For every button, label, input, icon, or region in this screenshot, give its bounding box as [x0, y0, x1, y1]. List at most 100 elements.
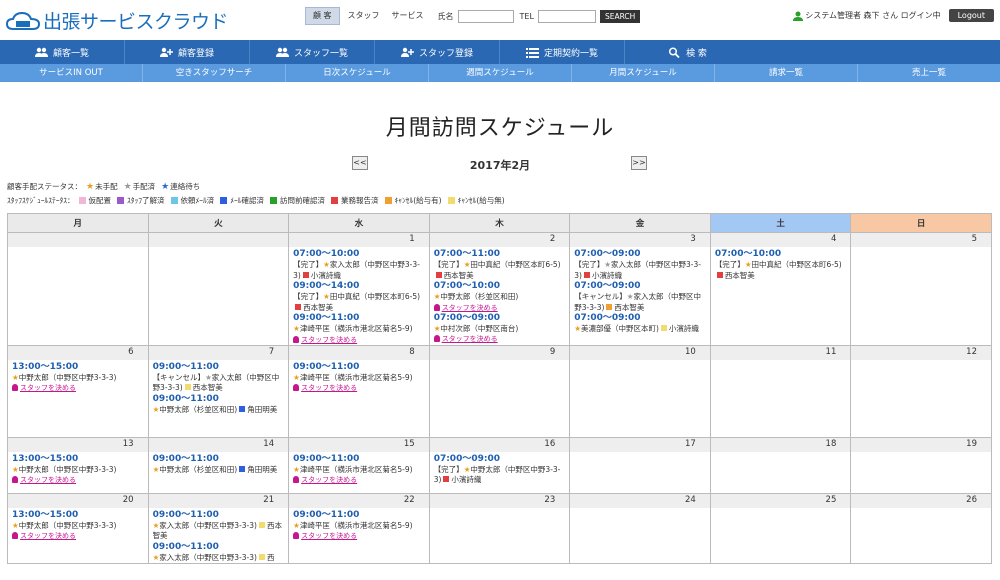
search-button[interactable]: SEARCH	[599, 9, 641, 23]
event-detail[interactable]: ★津崎平匡（横浜市港北区菊名5-9)	[293, 521, 426, 532]
calendar-day[interactable]: 19	[850, 436, 992, 494]
subnav-item-2[interactable]: 日次スケジュール	[286, 64, 429, 82]
event-detail[interactable]: ★中野太郎（中野区中野3-3-3)	[12, 373, 145, 384]
event-detail[interactable]: 【完了】★田中真紀（中野区本町6-5)西本智美	[293, 292, 426, 313]
logout-button[interactable]: Logout	[948, 9, 994, 22]
calendar-day[interactable]: 15 09:00～11:00 ★津崎平匡（横浜市港北区菊名5-9) スタッフを決める	[288, 436, 430, 494]
calendar-day[interactable]: 18	[709, 436, 852, 494]
event-detail[interactable]: 【完了】★家入太郎（中野区中野3-3-3) 小濱詩織	[574, 260, 707, 281]
event-detail[interactable]: 【完了】★田中真紀（中野区本町6-5)西本智美	[715, 260, 848, 281]
event-detail[interactable]: 【キャンセル】★家入太郎（中野区中野3-3-3) 西本智美	[153, 373, 286, 394]
event-time[interactable]: 09:00～11:00	[153, 510, 286, 521]
calendar-day[interactable]: 4 07:00～10:00 【完了】★田中真紀（中野区本町6-5)西本智美	[709, 232, 852, 346]
event-time[interactable]: 07:00～10:00	[715, 249, 848, 260]
calendar-day[interactable]: 13 13:00～15:00 ★中野太郎（中野区中野3-3-3) スタッフを決める	[7, 436, 149, 494]
calendar-day[interactable]: 16 07:00～09:00 【完了】★中野太郎（中野区中野3-3-3) 小濱詩織	[428, 436, 571, 494]
next-month-button[interactable]: >>	[631, 156, 647, 170]
event-detail[interactable]: ★津崎平匡（横浜市港北区菊名5-9)	[293, 465, 426, 476]
calendar-day[interactable]: 24	[569, 492, 711, 564]
event-time[interactable]: 07:00～09:00	[434, 454, 567, 465]
event-time[interactable]: 09:00～11:00	[293, 313, 426, 324]
nav-item-0[interactable]: 顧客一覧	[0, 40, 125, 64]
calendar-day[interactable]: 3 07:00～09:00 【完了】★家入太郎（中野区中野3-3-3) 小濱詩織 07:…	[569, 232, 711, 346]
event-time[interactable]: 13:00～15:00	[12, 454, 145, 465]
calendar-day[interactable]: 23	[428, 492, 571, 564]
calendar-day[interactable]: 7 09:00～11:00 【キャンセル】★家入太郎（中野区中野3-3-3) 西本智美…	[147, 344, 290, 438]
event-time[interactable]: 07:00～10:00	[293, 249, 426, 260]
subnav-item-0[interactable]: サービスIN OUT	[0, 64, 143, 82]
calendar-day[interactable]: 5	[850, 232, 992, 346]
assign-staff-link[interactable]: スタッフを決める	[433, 334, 567, 344]
event-time[interactable]: 07:00～09:00	[434, 313, 567, 324]
subnav-item-1[interactable]: 空きスタッフサーチ	[143, 64, 286, 82]
subnav-item-5[interactable]: 請求一覧	[715, 64, 858, 82]
event-time[interactable]: 07:00～11:00	[434, 249, 567, 260]
nav-item-5[interactable]: 検 索	[625, 40, 750, 64]
assign-staff-link[interactable]: スタッフを決める	[293, 531, 426, 541]
event-detail[interactable]: 【完了】★中野太郎（中野区中野3-3-3) 小濱詩織	[434, 465, 567, 486]
event-detail[interactable]: 【完了】★田中真紀（中野区本町6-5)西本智美	[434, 260, 567, 281]
calendar-day[interactable]	[147, 232, 290, 346]
calendar-day[interactable]: 12	[850, 344, 992, 438]
assign-staff-link[interactable]: スタッフを決める	[12, 383, 145, 393]
event-detail[interactable]: ★津崎平匡（横浜市港北区菊名5-9)	[293, 373, 426, 384]
event-time[interactable]: 13:00～15:00	[12, 362, 145, 373]
event-detail[interactable]: 【キャンセル】★家入太郎（中野区中野3-3-3) 西本智美	[574, 292, 707, 313]
calendar-day[interactable]: 17	[569, 436, 711, 494]
nav-item-2[interactable]: スタッフ一覧	[250, 40, 375, 64]
event-detail[interactable]: ★家入太郎（中野区中野3-3-3) 西	[153, 553, 286, 564]
calendar-day[interactable]: 11	[709, 344, 852, 438]
event-detail[interactable]: ★家入太郎（中野区中野3-3-3) 西本智美	[153, 521, 286, 542]
event-time[interactable]: 09:00～11:00	[153, 394, 286, 405]
calendar-day[interactable]: 26	[850, 492, 992, 564]
event-detail[interactable]: ★中野太郎（中野区中野3-3-3)	[12, 521, 145, 532]
assign-staff-link[interactable]: スタッフを決める	[293, 383, 426, 393]
calendar-day[interactable]: 2 07:00～11:00 【完了】★田中真紀（中野区本町6-5)西本智美 07:00…	[428, 232, 571, 346]
calendar-day[interactable]: 21 09:00～11:00 ★家入太郎（中野区中野3-3-3) 西本智美 09:00～…	[147, 492, 290, 564]
calendar-day[interactable]: 22 09:00～11:00 ★津崎平匡（横浜市港北区菊名5-9) スタッフを決める	[288, 492, 430, 564]
calendar-day[interactable]: 9	[428, 344, 571, 438]
search-tab-service[interactable]: サービス	[388, 8, 428, 24]
calendar-day[interactable]: 14 09:00～11:00 ★中野太郎（杉並区和田) 角田明美	[147, 436, 290, 494]
event-detail[interactable]: ★津崎平匡（横浜市港北区菊名5-9)	[293, 324, 426, 335]
subnav-item-3[interactable]: 週間スケジュール	[429, 64, 572, 82]
subnav-item-4[interactable]: 月間スケジュール	[572, 64, 715, 82]
event-detail[interactable]: ★中野太郎（中野区中野3-3-3)	[12, 465, 145, 476]
calendar-day[interactable]: 6 13:00～15:00 ★中野太郎（中野区中野3-3-3) スタッフを決める	[7, 344, 149, 438]
event-detail[interactable]: ★中野太郎（杉並区和田) 角田明美	[153, 465, 286, 476]
nav-item-3[interactable]: スタッフ登録	[375, 40, 500, 64]
calendar-day[interactable]	[7, 232, 149, 346]
event-time[interactable]: 07:00～09:00	[574, 249, 707, 260]
search-tab-customer[interactable]: 顧 客	[305, 7, 340, 25]
event-time[interactable]: 09:00～11:00	[293, 510, 426, 521]
calendar-day[interactable]: 1 07:00～10:00 【完了】★家入太郎（中野区中野3-3-3) 小濱詩織 09:…	[288, 232, 430, 346]
calendar-day[interactable]: 8 09:00～11:00 ★津崎平匡（横浜市港北区菊名5-9) スタッフを決める	[288, 344, 430, 438]
event-detail[interactable]: ★中野太郎（杉並区和田)	[434, 292, 567, 303]
subnav-item-6[interactable]: 売上一覧	[858, 64, 1000, 82]
event-time[interactable]: 09:00～14:00	[293, 281, 426, 292]
nav-item-1[interactable]: 顧客登録	[125, 40, 250, 64]
event-time[interactable]: 07:00～09:00	[574, 281, 707, 292]
event-detail[interactable]: ★美濃部優（中野区本町) 小濱詩織	[574, 324, 707, 335]
event-time[interactable]: 09:00～11:00	[153, 542, 286, 553]
logo[interactable]: 出張サービスクラウド	[6, 7, 229, 34]
assign-staff-link[interactable]: スタッフを決める	[433, 303, 567, 313]
calendar-day[interactable]: 20 13:00～15:00 ★中野太郎（中野区中野3-3-3) スタッフを決める	[7, 492, 149, 564]
event-detail[interactable]: ★中野太郎（杉並区和田) 角田明美	[153, 405, 286, 416]
name-input[interactable]	[457, 9, 514, 23]
search-tab-staff[interactable]: スタッフ	[344, 8, 384, 24]
event-detail[interactable]: 【完了】★家入太郎（中野区中野3-3-3) 小濱詩織	[293, 260, 426, 281]
assign-staff-link[interactable]: スタッフを決める	[293, 335, 426, 345]
event-time[interactable]: 09:00～11:00	[153, 362, 286, 373]
event-time[interactable]: 09:00～11:00	[293, 454, 426, 465]
assign-staff-link[interactable]: スタッフを決める	[293, 475, 426, 485]
event-time[interactable]: 07:00～10:00	[434, 281, 567, 292]
tel-input[interactable]	[537, 9, 596, 23]
calendar-day[interactable]: 10	[569, 344, 711, 438]
event-time[interactable]: 09:00～11:00	[153, 454, 286, 465]
event-detail[interactable]: ★中村次郎（中野区南台)	[434, 324, 567, 335]
event-time[interactable]: 09:00～11:00	[293, 362, 426, 373]
assign-staff-link[interactable]: スタッフを決める	[12, 531, 145, 541]
event-time[interactable]: 13:00～15:00	[12, 510, 145, 521]
calendar-day[interactable]: 25	[709, 492, 852, 564]
